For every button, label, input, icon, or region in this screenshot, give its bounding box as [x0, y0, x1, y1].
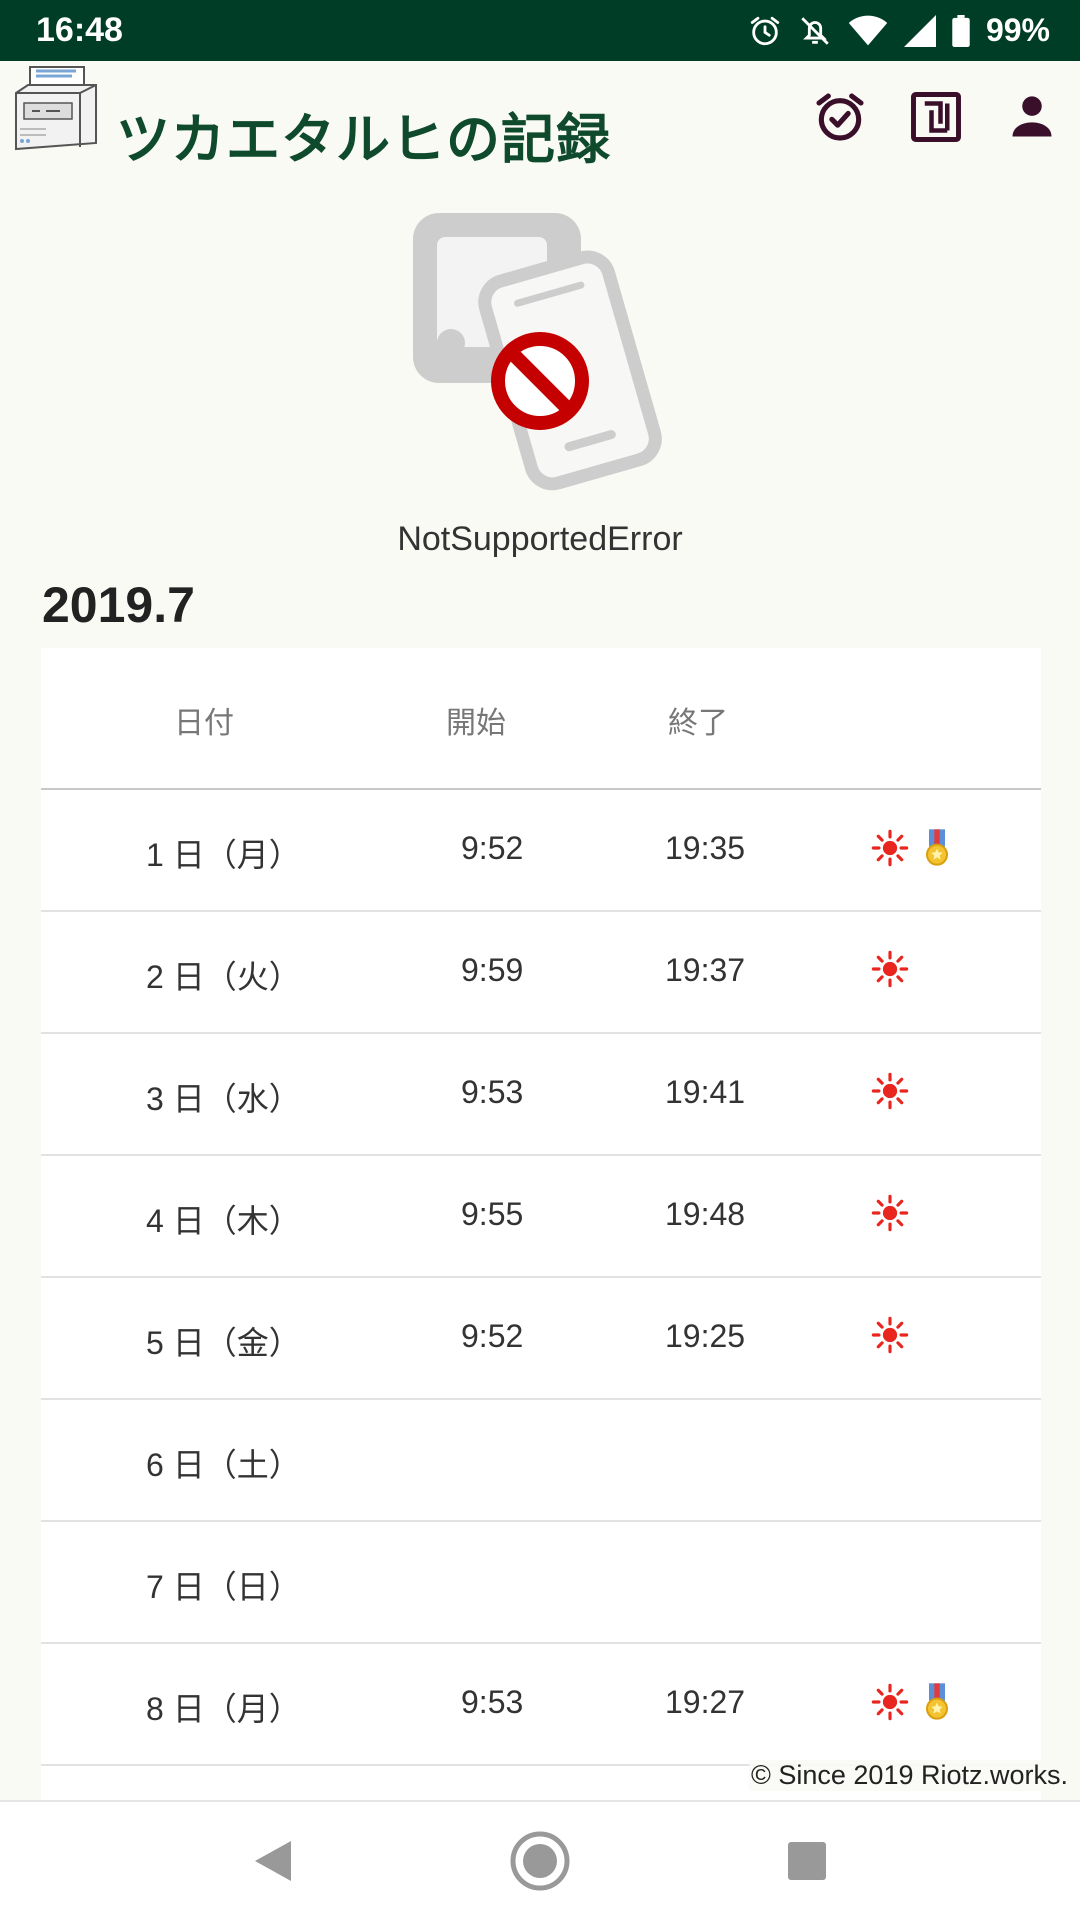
- table-row[interactable]: 2 日（火） 9:59 19:37: [41, 912, 1041, 1034]
- status-bar: 16:48 99%: [0, 0, 1080, 61]
- table-header: 日付 開始 終了: [41, 648, 1041, 790]
- account-button[interactable]: [984, 77, 1080, 157]
- row-end-time: 19:27: [665, 1684, 746, 1720]
- row-status-icons: [871, 950, 909, 988]
- navigation-bar: [0, 1800, 1080, 1920]
- row-status-icons: [871, 1682, 951, 1722]
- row-start-time: 9:55: [461, 1196, 524, 1232]
- recents-icon: [787, 1842, 826, 1880]
- alarm-check-button[interactable]: [792, 77, 888, 157]
- sun-icon: [871, 829, 909, 867]
- month-title: 2019.7: [42, 577, 195, 633]
- table-row[interactable]: 3 日（水） 9:53 19:41: [41, 1034, 1041, 1156]
- row-date: 5 日（金）: [146, 1325, 301, 1361]
- row-start-time: 9:53: [461, 1074, 524, 1110]
- account-icon: [1012, 96, 1052, 137]
- cell-signal-icon: [903, 14, 936, 47]
- nfc-button[interactable]: [888, 77, 984, 157]
- row-start-time: 9:53: [461, 1684, 524, 1720]
- table-row[interactable]: 5 日（金） 9:52 19:25: [41, 1278, 1041, 1400]
- back-icon: [255, 1841, 292, 1881]
- row-status-icons: [871, 1194, 909, 1232]
- nfc-icon: [911, 92, 961, 142]
- table-body: 1 日（月） 9:52 19:35 2 日（火） 9:59 19:37 3 日（水） 9:53…: [41, 790, 1041, 1766]
- attendance-table: 日付 開始 終了 1 日（月） 9:52 19:35 2 日（火） 9:59 19:37 3…: [41, 648, 1041, 1800]
- row-end-time: 19:41: [665, 1074, 746, 1110]
- row-status-icons: [871, 1072, 909, 1110]
- table-row[interactable]: 6 日（土）: [41, 1400, 1041, 1522]
- sun-icon: [871, 1072, 909, 1110]
- app-title: ツカエタルヒの記録: [116, 108, 611, 171]
- battery-percent: 99%: [985, 12, 1050, 48]
- nfc-not-supported-icon: [405, 205, 685, 495]
- table-row[interactable]: 4 日（木） 9:55 19:48: [41, 1156, 1041, 1278]
- row-date: 1 日（月）: [146, 837, 301, 873]
- back-button[interactable]: [223, 1811, 323, 1911]
- app-header: ツカエタルヒの記録: [0, 61, 1080, 181]
- medal-icon: [926, 829, 948, 866]
- battery-icon: [952, 14, 970, 47]
- status-icons: 99%: [748, 12, 1050, 49]
- header-actions: [792, 77, 1080, 157]
- row-end-time: 19:37: [665, 952, 746, 988]
- row-end-time: 19:35: [665, 830, 746, 866]
- table-row[interactable]: 1 日（月） 9:52 19:35: [41, 790, 1041, 912]
- row-date: 6 日（土）: [146, 1447, 301, 1483]
- sun-icon: [871, 1683, 909, 1721]
- header-date: 日付: [174, 707, 234, 740]
- row-start-time: 9:59: [461, 952, 524, 988]
- home-button[interactable]: [490, 1811, 590, 1911]
- header-end: 終了: [668, 707, 728, 740]
- row-start-time: 9:52: [461, 830, 524, 866]
- alarm-icon: [748, 14, 782, 48]
- time-clock-machine-icon: [10, 63, 102, 155]
- copyright: © Since 2019 Riotz.works.: [748, 1760, 1070, 1791]
- sun-icon: [871, 1316, 909, 1354]
- row-date: 8 日（月）: [146, 1691, 301, 1727]
- notifications-off-icon: [798, 14, 832, 48]
- row-end-time: 19:48: [665, 1196, 746, 1232]
- row-status-icons: [871, 1316, 909, 1354]
- medal-icon: [926, 1683, 948, 1720]
- table-row[interactable]: 8 日（月） 9:53 19:27: [41, 1644, 1041, 1766]
- wifi-icon: [848, 15, 888, 47]
- row-start-time: 9:52: [461, 1318, 524, 1354]
- sun-icon: [871, 1194, 909, 1232]
- home-icon: [510, 1831, 570, 1891]
- header-start: 開始: [446, 707, 506, 740]
- table-row[interactable]: 7 日（日）: [41, 1522, 1041, 1644]
- row-date: 4 日（木）: [146, 1203, 301, 1239]
- row-date: 2 日（火）: [146, 959, 301, 995]
- alarm-check-icon: [816, 93, 864, 141]
- row-date: 7 日（日）: [146, 1569, 301, 1605]
- row-status-icons: [871, 828, 951, 868]
- row-date: 3 日（水）: [146, 1081, 301, 1117]
- error-message: NotSupportedError: [397, 520, 683, 558]
- status-time: 16:48: [36, 11, 123, 49]
- row-end-time: 19:25: [665, 1318, 746, 1354]
- sun-icon: [871, 950, 909, 988]
- recents-button[interactable]: [757, 1811, 857, 1911]
